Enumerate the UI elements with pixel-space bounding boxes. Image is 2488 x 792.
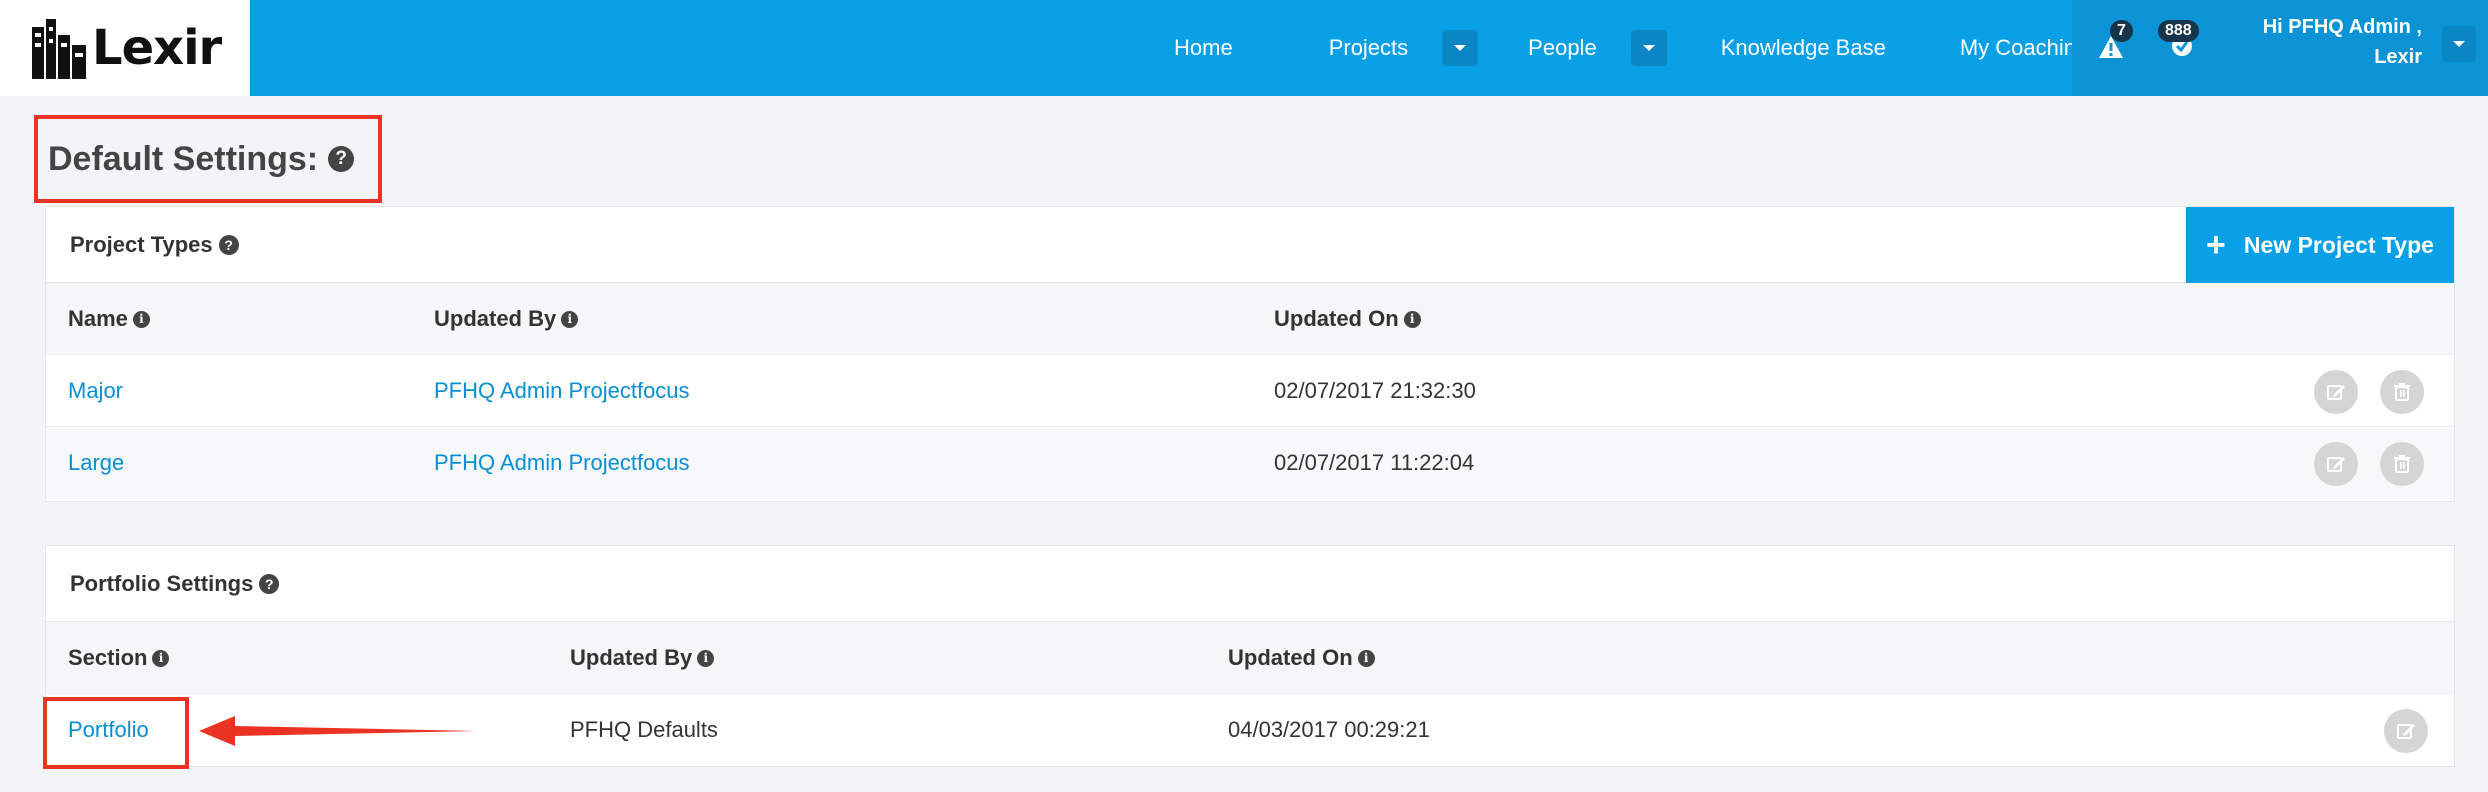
project-types-title: Project Types (70, 231, 213, 257)
logo-text: Lexir (92, 20, 222, 76)
page-title-highlight: Default Settings: ? (34, 115, 382, 203)
page-title: Default Settings: (48, 139, 319, 178)
caret-down-icon (2453, 41, 2465, 47)
column-header-updated-on[interactable]: Updated On i (1228, 622, 1375, 694)
help-icon[interactable]: ? (328, 146, 355, 172)
table-header-row: Name i Updated By i Updated On i (46, 283, 2454, 355)
delete-button[interactable] (2380, 442, 2424, 486)
info-icon: i (132, 310, 150, 328)
nav-people[interactable]: People (1528, 35, 1597, 61)
nav-home[interactable]: Home (1174, 35, 1233, 61)
new-project-type-label: New Project Type (2243, 231, 2434, 258)
edit-icon (2397, 724, 2415, 739)
alert-count-badge: 7 (2110, 20, 2133, 42)
updated-on-value: 04/03/2017 00:29:21 (1228, 717, 1430, 742)
portfolio-settings-header: Portfolio Settings ? (46, 546, 2454, 622)
projects-dropdown-button[interactable] (1442, 30, 1479, 66)
updated-by-link[interactable]: PFHQ Admin Projectfocus (434, 355, 690, 427)
column-label: Updated On (1274, 306, 1399, 331)
info-icon: i (152, 649, 170, 667)
project-type-name-link[interactable]: Large (68, 427, 124, 499)
alerts-button[interactable]: 7 (2098, 20, 2133, 65)
edit-button[interactable] (2314, 370, 2358, 414)
nav-my-coaching[interactable]: My Coaching (1960, 35, 2088, 61)
help-icon[interactable]: ? (218, 234, 239, 255)
table-row: Large PFHQ Admin Projectfocus 02/07/2017… (46, 427, 2454, 499)
project-types-header: Project Types ? + New Project Type (46, 207, 2454, 283)
nav-knowledge-base[interactable]: Knowledge Base (1721, 35, 1886, 61)
trash-icon (2394, 455, 2410, 473)
column-label: Updated By (434, 306, 557, 331)
updated-by-link[interactable]: PFHQ Admin Projectfocus (434, 427, 690, 499)
arrow-icon (199, 716, 477, 746)
column-label: Name (68, 306, 128, 331)
notifications-button[interactable]: 888 (2158, 20, 2199, 65)
column-header-updated-by[interactable]: Updated By i (570, 622, 715, 694)
info-icon: i (1357, 649, 1375, 667)
caret-down-icon (1642, 45, 1655, 51)
updated-by-value: PFHQ Defaults (570, 717, 718, 742)
updated-on-value: 02/07/2017 21:32:30 (1274, 378, 1476, 403)
portfolio-highlight-box (43, 697, 189, 769)
plus-icon: + (2206, 226, 2226, 264)
column-label: Updated On (1228, 645, 1353, 670)
updated-on-value: 02/07/2017 11:22:04 (1274, 450, 1475, 475)
user-menu[interactable]: Hi PFHQ Admin , Lexir (2222, 12, 2422, 72)
new-project-type-button[interactable]: + New Project Type (2186, 207, 2454, 283)
column-header-updated-on[interactable]: Updated On i (1274, 283, 1421, 355)
edit-button[interactable] (2384, 709, 2428, 753)
user-greeting: Hi PFHQ Admin , (2262, 16, 2422, 38)
column-header-section[interactable]: Section i (68, 622, 170, 694)
user-dropdown-button[interactable] (2442, 26, 2476, 62)
column-header-name[interactable]: Name i (68, 283, 150, 355)
column-label: Updated By (570, 645, 693, 670)
logo[interactable]: Lexir (0, 0, 250, 96)
info-icon: i (561, 310, 579, 328)
project-type-name-link[interactable]: Major (68, 355, 123, 427)
notification-count-badge: 888 (2158, 20, 2199, 42)
top-navbar: Lexir Home Projects People Knowledge Bas… (0, 0, 2488, 96)
main-nav: Home Projects People Knowledge Base My C… (1150, 0, 2088, 96)
table-row: Major PFHQ Admin Projectfocus 02/07/2017… (46, 355, 2454, 427)
edit-button[interactable] (2314, 442, 2358, 486)
column-header-updated-by[interactable]: Updated By i (434, 283, 579, 355)
edit-icon (2327, 385, 2345, 400)
user-org: Lexir (2374, 46, 2422, 68)
delete-button[interactable] (2380, 370, 2424, 414)
caret-down-icon (1454, 45, 1467, 51)
trash-icon (2394, 383, 2410, 401)
edit-icon (2327, 457, 2345, 472)
help-icon[interactable]: ? (259, 573, 280, 594)
info-icon: i (697, 649, 715, 667)
column-label: Section (68, 645, 148, 670)
building-logo-icon (32, 19, 86, 79)
portfolio-settings-title: Portfolio Settings (70, 570, 254, 596)
project-types-panel: Project Types ? + New Project Type Name i… (45, 206, 2455, 502)
nav-projects[interactable]: Projects (1329, 35, 1408, 61)
info-icon: i (1403, 310, 1421, 328)
people-dropdown-button[interactable] (1630, 30, 1667, 66)
table-header-row: Section i Updated By i Updated On i (46, 622, 2454, 694)
